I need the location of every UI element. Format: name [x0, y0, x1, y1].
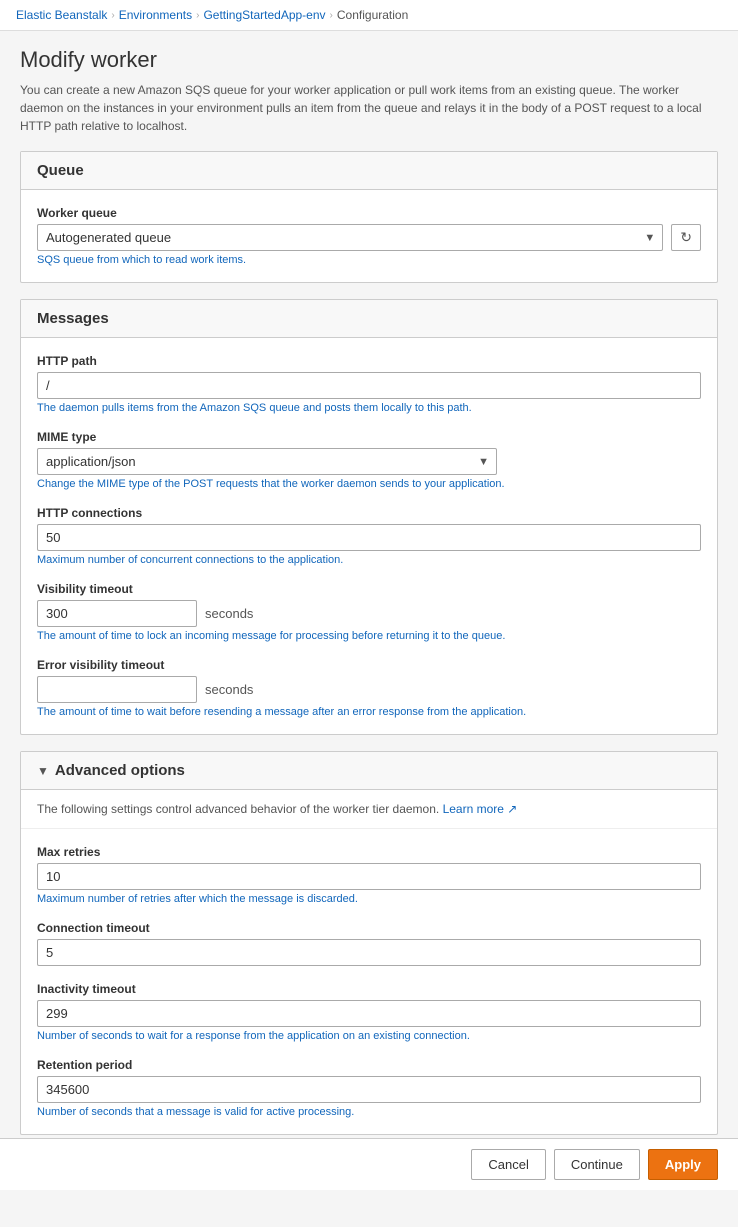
breadcrumb-sep-2: › [196, 10, 199, 21]
breadcrumb-app-env[interactable]: GettingStartedApp-env [203, 8, 325, 22]
apply-button[interactable]: Apply [648, 1149, 718, 1180]
http-path-field: HTTP path The daemon pulls items from th… [37, 354, 701, 414]
breadcrumb-sep-1: › [111, 10, 114, 21]
messages-section: Messages HTTP path The daemon pulls item… [20, 299, 718, 735]
visibility-timeout-input[interactable] [37, 600, 197, 627]
mime-type-hint: Change the MIME type of the POST request… [37, 478, 701, 490]
connection-timeout-label: Connection timeout [37, 921, 701, 935]
http-path-hint: The daemon pulls items from the Amazon S… [37, 402, 701, 414]
worker-queue-field: Worker queue Autogenerated queue ▼ ↻ SQS… [37, 206, 701, 266]
advanced-options-title: Advanced options [55, 762, 185, 779]
cancel-button[interactable]: Cancel [471, 1149, 545, 1180]
breadcrumb-environments[interactable]: Environments [119, 8, 192, 22]
connection-timeout-field: Connection timeout [37, 921, 701, 966]
breadcrumb-current: Configuration [337, 8, 408, 22]
error-visibility-timeout-label: Error visibility timeout [37, 658, 701, 672]
advanced-options-header[interactable]: ▼ Advanced options [21, 752, 717, 790]
footer-bar: Cancel Continue Apply [0, 1138, 738, 1190]
advanced-options-description: The following settings control advanced … [21, 790, 717, 829]
connection-timeout-input[interactable] [37, 939, 701, 966]
advanced-options-learn-more-link[interactable]: Learn more ↗ [443, 802, 518, 816]
breadcrumb-sep-3: › [330, 10, 333, 21]
http-connections-input[interactable] [37, 524, 701, 551]
advanced-options-desc-text: The following settings control advanced … [37, 802, 439, 816]
mime-type-label: MIME type [37, 430, 701, 444]
error-visibility-timeout-hint: The amount of time to wait before resend… [37, 706, 701, 718]
inactivity-timeout-field: Inactivity timeout Number of seconds to … [37, 982, 701, 1042]
advanced-options-section: ▼ Advanced options The following setting… [20, 751, 718, 1135]
mime-type-select[interactable]: application/json [37, 448, 497, 475]
inactivity-timeout-input[interactable] [37, 1000, 701, 1027]
http-connections-label: HTTP connections [37, 506, 701, 520]
error-visibility-timeout-field: Error visibility timeout seconds The amo… [37, 658, 701, 718]
retention-period-field: Retention period Number of seconds that … [37, 1058, 701, 1118]
worker-queue-refresh-button[interactable]: ↻ [671, 224, 701, 251]
visibility-timeout-unit: seconds [205, 606, 253, 621]
mime-type-field: MIME type application/json ▼ Change the … [37, 430, 701, 490]
queue-section-header: Queue [21, 152, 717, 190]
retention-period-hint: Number of seconds that a message is vali… [37, 1106, 701, 1118]
inactivity-timeout-label: Inactivity timeout [37, 982, 701, 996]
worker-queue-label: Worker queue [37, 206, 701, 220]
visibility-timeout-hint: The amount of time to lock an incoming m… [37, 630, 701, 642]
http-path-input[interactable] [37, 372, 701, 399]
page-title: Modify worker [20, 47, 718, 73]
max-retries-field: Max retries Maximum number of retries af… [37, 845, 701, 905]
worker-queue-hint: SQS queue from which to read work items. [37, 254, 701, 266]
http-connections-hint: Maximum number of concurrent connections… [37, 554, 701, 566]
max-retries-hint: Maximum number of retries after which th… [37, 893, 701, 905]
messages-section-header: Messages [21, 300, 717, 338]
http-connections-field: HTTP connections Maximum number of concu… [37, 506, 701, 566]
worker-queue-select[interactable]: Autogenerated queue [37, 224, 663, 251]
breadcrumb-elastic-beanstalk[interactable]: Elastic Beanstalk [16, 8, 107, 22]
advanced-options-arrow-icon: ▼ [37, 764, 49, 778]
retention-period-label: Retention period [37, 1058, 701, 1072]
breadcrumb: Elastic Beanstalk › Environments › Getti… [0, 0, 738, 31]
visibility-timeout-field: Visibility timeout seconds The amount of… [37, 582, 701, 642]
error-visibility-timeout-input[interactable] [37, 676, 197, 703]
page-description: You can create a new Amazon SQS queue fo… [20, 81, 718, 135]
queue-section: Queue Worker queue Autogenerated queue ▼… [20, 151, 718, 283]
continue-button[interactable]: Continue [554, 1149, 640, 1180]
visibility-timeout-label: Visibility timeout [37, 582, 701, 596]
retention-period-input[interactable] [37, 1076, 701, 1103]
inactivity-timeout-hint: Number of seconds to wait for a response… [37, 1030, 701, 1042]
error-visibility-timeout-unit: seconds [205, 682, 253, 697]
max-retries-label: Max retries [37, 845, 701, 859]
http-path-label: HTTP path [37, 354, 701, 368]
max-retries-input[interactable] [37, 863, 701, 890]
